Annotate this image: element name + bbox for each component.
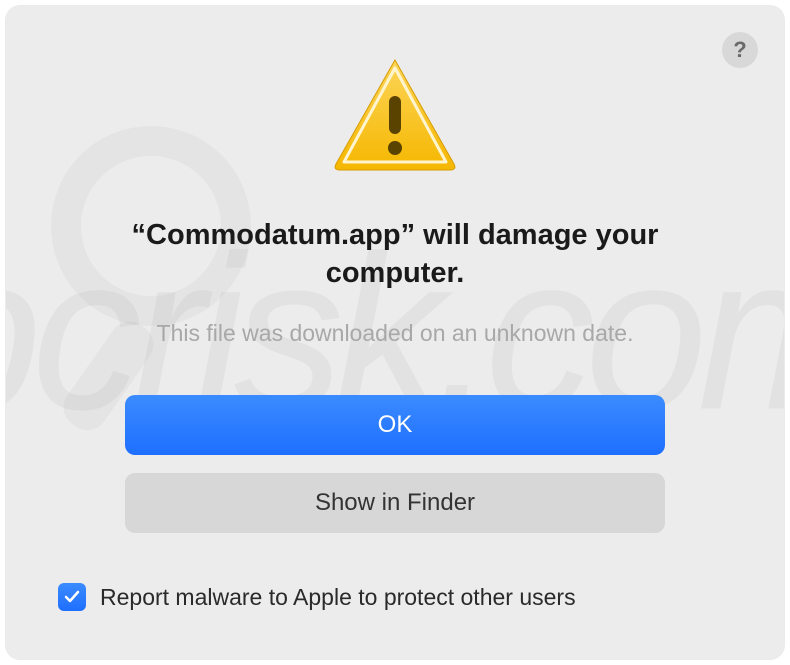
ok-button[interactable]: OK (125, 395, 665, 455)
show-in-finder-label: Show in Finder (315, 489, 475, 517)
report-malware-label: Report malware to Apple to protect other… (100, 584, 576, 611)
report-malware-checkbox[interactable] (58, 583, 86, 611)
help-icon: ? (733, 37, 746, 63)
dialog-content: ? “Commodatum.app” will damage your comp… (6, 6, 784, 659)
help-button[interactable]: ? (722, 32, 758, 68)
button-group: OK Show in Finder (125, 395, 665, 533)
checkmark-icon (63, 588, 81, 606)
dialog-subtitle: This file was downloaded on an unknown d… (157, 320, 634, 347)
show-in-finder-button[interactable]: Show in Finder (125, 473, 665, 533)
dialog-title: “Commodatum.app” will damage your comput… (95, 217, 695, 292)
report-malware-row: Report malware to Apple to protect other… (58, 583, 576, 611)
ok-button-label: OK (378, 411, 413, 439)
alert-dialog: pcrisk.com ? “Commodatum.app” will damag… (6, 6, 784, 659)
warning-icon (330, 54, 460, 179)
